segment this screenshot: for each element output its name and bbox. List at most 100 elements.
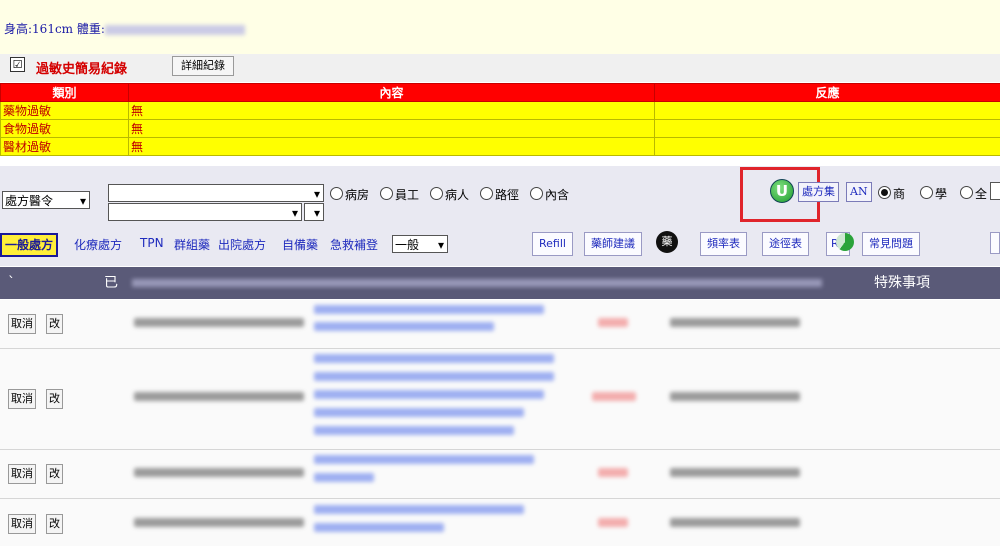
radio-dot-icon	[920, 186, 933, 199]
tab-discharge[interactable]: 出院處方	[218, 236, 266, 253]
edit-button[interactable]: 改	[46, 464, 63, 484]
allergy-category: 醫材過敏	[0, 137, 129, 156]
radio-all[interactable]: 全	[960, 185, 987, 202]
category-select[interactable]: 一般 ▾	[392, 235, 448, 253]
edit-button[interactable]: 改	[46, 389, 63, 409]
allergy-reaction	[654, 101, 1000, 120]
drug-search-select[interactable]: ▾	[108, 184, 324, 202]
table-row: 食物過敏 無	[0, 119, 1000, 138]
allergy-table: 類別 內容 反應 藥物過敏 無 食物過敏 無 醫材過敏 無	[0, 83, 1000, 156]
order-type-select[interactable]: 處方醫令 ▾	[2, 191, 90, 209]
cancel-button[interactable]: 取消	[8, 389, 36, 409]
faq-button[interactable]: 常見問題	[862, 232, 920, 256]
an-button[interactable]: AN	[846, 182, 872, 202]
redacted-dose	[598, 518, 628, 527]
redacted-order-info	[134, 392, 304, 401]
chevron-down-icon: ▾	[79, 194, 86, 208]
chevron-down-icon: ▾	[291, 206, 298, 220]
header-special-notes: 特殊事項	[874, 275, 930, 291]
radio-dot-icon	[878, 186, 891, 199]
redacted-order-info	[134, 468, 304, 477]
redacted-frequency	[670, 318, 800, 327]
cancel-button[interactable]: 取消	[8, 464, 36, 484]
radio-label: 全	[975, 187, 988, 201]
sort-icon[interactable]: ˋ	[8, 267, 15, 299]
refill-button[interactable]: Refill	[532, 232, 573, 256]
redacted-drug-name	[314, 408, 524, 417]
radio-staff[interactable]: 員工	[380, 186, 419, 203]
allergy-content: 無	[128, 101, 655, 120]
redacted-drug-name	[314, 390, 544, 399]
tab-own-drug[interactable]: 自備藥	[282, 236, 318, 253]
radio-label: 內含	[545, 188, 570, 202]
search-input[interactable]	[990, 182, 1000, 200]
radio-dot-icon	[430, 187, 443, 200]
pharmacist-advice-button[interactable]: 藥師建議	[584, 232, 642, 256]
radio-contains[interactable]: 內含	[530, 186, 569, 203]
allergy-content: 無	[128, 119, 655, 138]
allergy-title: 過敏史簡易紀錄	[36, 62, 128, 77]
edit-button[interactable]: 改	[46, 514, 63, 534]
allergy-category: 藥物過敏	[0, 101, 129, 120]
height-label: 身高:161cm	[4, 22, 74, 36]
overflow-button[interactable]	[990, 232, 1000, 254]
drug-extra-select[interactable]: ▾	[304, 203, 324, 221]
redacted-drug-name	[314, 372, 554, 381]
radio-dot-icon	[480, 187, 493, 200]
header-content: 內容	[128, 83, 655, 102]
allergy-checkbox[interactable]: ☑	[10, 57, 25, 72]
radio-label: 病房	[345, 188, 370, 202]
drug-sub-select[interactable]: ▾	[108, 203, 302, 221]
redacted-order-info	[134, 318, 304, 327]
tab-general-prescription[interactable]: 一般處方	[0, 233, 59, 257]
redacted-frequency	[670, 468, 800, 477]
radio-ward[interactable]: 病房	[330, 186, 369, 203]
tab-tpn[interactable]: TPN	[140, 236, 164, 250]
drug-icon[interactable]: 藥	[656, 231, 678, 253]
redacted-dose	[598, 468, 628, 477]
redacted-drug-name	[314, 354, 554, 363]
tab-group-drug[interactable]: 群組藥	[174, 236, 210, 253]
tab-chemo[interactable]: 化療處方	[74, 236, 122, 253]
radio-label: 病人	[445, 188, 470, 202]
redacted-drug-name	[314, 455, 534, 464]
redacted-dose	[592, 392, 636, 401]
route-table-button[interactable]: 途徑表	[762, 232, 809, 256]
redacted-drug-name	[314, 426, 514, 435]
edit-button[interactable]: 改	[46, 314, 63, 334]
radio-dot-icon	[380, 187, 393, 200]
radio-brand[interactable]: 商	[878, 185, 905, 202]
weight-redacted	[104, 24, 245, 35]
radio-label: 商	[893, 187, 906, 201]
allergy-table-header: 類別 內容 反應	[0, 83, 1000, 102]
radio-generic[interactable]: 學	[920, 185, 947, 202]
table-row: 醫材過敏 無	[0, 137, 1000, 156]
radio-dot-icon	[330, 187, 343, 200]
detail-record-button[interactable]: 詳細紀錄	[172, 56, 234, 76]
redacted-drug-name	[314, 305, 544, 314]
cancel-button[interactable]: 取消	[8, 514, 36, 534]
weight-label: 體重:	[76, 22, 105, 36]
radio-dot-icon	[960, 186, 973, 199]
redacted-drug-name	[314, 523, 444, 532]
allergy-reaction	[654, 137, 1000, 156]
radio-label: 路徑	[495, 188, 520, 202]
frequency-table-button[interactable]: 頻率表	[700, 232, 747, 256]
redacted-drug-name	[314, 322, 494, 331]
redacted-drug-name	[314, 473, 374, 482]
redacted-dose	[598, 318, 628, 327]
radio-route[interactable]: 路徑	[480, 186, 519, 203]
redacted-header-columns	[132, 279, 822, 287]
tab-emergency[interactable]: 急救補登	[330, 236, 378, 253]
radio-dot-icon	[530, 187, 543, 200]
redacted-drug-name	[314, 505, 524, 514]
chevron-down-icon: ▾	[313, 206, 320, 220]
header-reaction: 反應	[654, 83, 1000, 102]
prescription-set-button[interactable]: 處方集	[798, 182, 839, 202]
radio-patient[interactable]: 病人	[430, 186, 469, 203]
refresh-icon[interactable]	[836, 233, 854, 251]
redacted-order-info	[134, 518, 304, 527]
order-type-value: 處方醫令	[5, 194, 54, 208]
cancel-button[interactable]: 取消	[8, 314, 36, 334]
allergy-content: 無	[128, 137, 655, 156]
